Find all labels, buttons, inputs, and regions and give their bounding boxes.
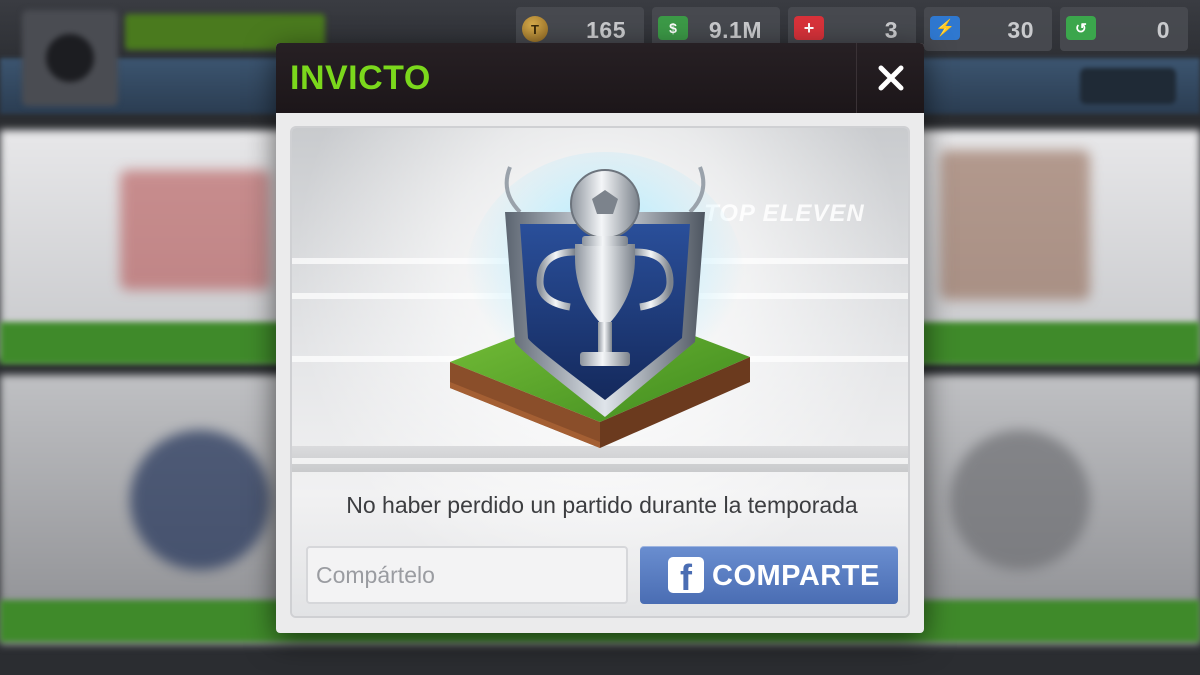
achievement-description: No haber perdido un partido durante la t… — [346, 492, 858, 518]
share-message-input[interactable] — [306, 546, 628, 604]
token-coin-icon: T — [522, 16, 548, 42]
facebook-share-button[interactable]: f COMPARTE — [640, 546, 898, 604]
tokens-value: 165 — [586, 17, 626, 43]
achievement-dialog: INVICTO TOP ELEVEN No haber perdido un p… — [276, 43, 924, 633]
dialog-title: INVICTO — [290, 59, 431, 97]
background-badge — [130, 430, 270, 570]
close-icon — [878, 65, 903, 91]
background-card — [120, 170, 270, 290]
energy-value: 30 — [1007, 17, 1034, 43]
achievement-card: TOP ELEVEN No haber perdido un partido d… — [290, 126, 910, 618]
background-badge — [950, 430, 1090, 570]
rest-counter[interactable]: ↺ 0 — [1060, 7, 1188, 51]
energy-icon: ⚡ — [930, 16, 960, 40]
cash-icon: $ — [658, 16, 688, 40]
trophy-shield-badge-icon — [450, 152, 750, 448]
background-card — [940, 150, 1090, 300]
facebook-share-label: COMPARTE — [712, 560, 880, 592]
facebook-icon: f — [668, 557, 704, 593]
dialog-header: INVICTO — [276, 43, 924, 113]
sub-bar-pill — [1080, 68, 1176, 104]
energy-counter[interactable]: ⚡ 30 — [924, 7, 1052, 51]
rest-value: 0 — [1156, 17, 1170, 43]
club-avatar — [22, 10, 118, 106]
rest-icon: ↺ — [1066, 16, 1096, 40]
cash-value: 9.1M — [708, 17, 762, 43]
health-value: 3 — [884, 17, 898, 43]
close-button[interactable] — [856, 43, 924, 113]
health-pack-icon: + — [794, 16, 824, 40]
